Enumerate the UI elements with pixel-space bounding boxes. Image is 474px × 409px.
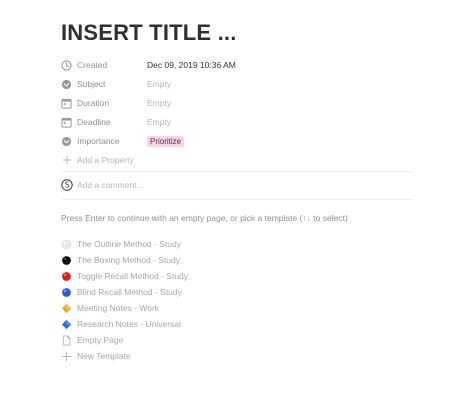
user-avatar-icon: S bbox=[61, 179, 73, 191]
property-subject[interactable]: Subject Empty bbox=[61, 75, 421, 93]
template-label: Meeting Notes - Work bbox=[77, 303, 160, 313]
divider bbox=[61, 199, 413, 200]
property-importance[interactable]: Importance Prioritize bbox=[61, 132, 421, 150]
calendar-icon bbox=[61, 117, 72, 128]
template-label: Empty Page bbox=[77, 335, 124, 345]
white-circle-icon bbox=[61, 239, 72, 250]
property-label: Importance bbox=[77, 136, 120, 146]
template-hint: Press Enter to continue with an empty pa… bbox=[61, 213, 348, 223]
comment-input[interactable]: Add a comment... bbox=[77, 180, 144, 190]
property-label: Subject bbox=[77, 79, 106, 89]
property-value: Dec 09, 2019 10:36 AM bbox=[147, 60, 236, 70]
select-icon bbox=[61, 79, 72, 90]
template-item[interactable]: Blind Recall Method - Study bbox=[61, 285, 182, 299]
blue-circle-icon bbox=[61, 287, 72, 298]
comment-row[interactable]: S Add a comment... bbox=[61, 178, 144, 192]
importance-badge[interactable]: Prioritize bbox=[147, 135, 185, 147]
page-icon bbox=[61, 334, 72, 346]
template-item[interactable]: The Outline Method - Study bbox=[61, 237, 181, 251]
property-value[interactable]: Empty bbox=[147, 98, 171, 108]
plus-icon bbox=[61, 351, 72, 362]
template-item[interactable]: Research Notes - Universal bbox=[61, 317, 181, 331]
template-label: Toggle Recall Method - Study bbox=[77, 271, 189, 281]
property-label: Duration bbox=[77, 98, 110, 108]
orange-diamond-icon bbox=[61, 303, 72, 314]
add-property-label: Add a Property bbox=[77, 155, 134, 165]
template-label: Research Notes - Universal bbox=[77, 319, 181, 329]
template-item[interactable]: The Boxing Method - Study bbox=[61, 253, 180, 267]
plus-icon bbox=[61, 155, 72, 166]
add-property-button[interactable]: Add a Property bbox=[61, 153, 134, 167]
template-label: Blind Recall Method - Study bbox=[77, 287, 182, 297]
blue-diamond-icon bbox=[61, 319, 72, 330]
new-template-button[interactable]: New Template bbox=[61, 349, 131, 363]
page-title[interactable]: INSERT TITLE ... bbox=[61, 20, 237, 46]
red-circle-icon bbox=[61, 271, 72, 282]
clock-icon bbox=[61, 59, 72, 71]
notion-page: INSERT TITLE ... Created Dec 09, 2019 10… bbox=[0, 0, 474, 409]
property-duration[interactable]: Duration Empty bbox=[61, 94, 421, 112]
black-circle-icon bbox=[61, 255, 72, 266]
template-item[interactable]: Toggle Recall Method - Study bbox=[61, 269, 188, 283]
property-deadline[interactable]: Deadline Empty bbox=[61, 113, 421, 131]
template-label: The Outline Method - Study bbox=[77, 239, 181, 249]
property-value[interactable]: Empty bbox=[147, 117, 171, 127]
calendar-icon bbox=[61, 98, 72, 109]
property-label: Created bbox=[77, 60, 108, 70]
template-item[interactable]: Empty Page bbox=[61, 333, 123, 347]
property-label: Deadline bbox=[77, 117, 111, 127]
template-label: New Template bbox=[77, 351, 131, 361]
template-item[interactable]: Meeting Notes - Work bbox=[61, 301, 159, 315]
property-value[interactable]: Empty bbox=[147, 79, 171, 89]
divider bbox=[61, 171, 413, 172]
svg-text:S: S bbox=[65, 181, 70, 190]
property-created[interactable]: Created Dec 09, 2019 10:36 AM bbox=[61, 56, 421, 74]
template-label: The Boxing Method - Study bbox=[77, 255, 181, 265]
select-icon bbox=[61, 136, 72, 147]
